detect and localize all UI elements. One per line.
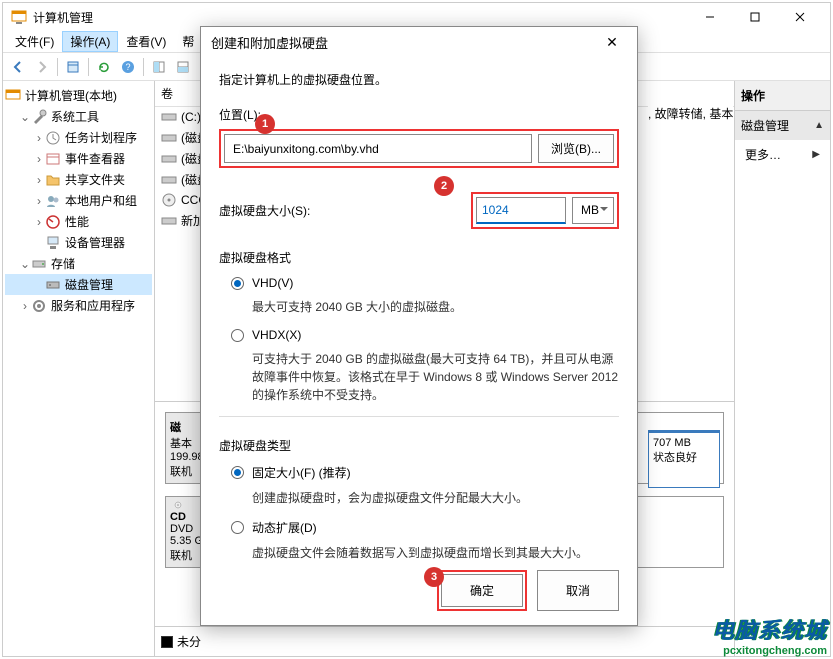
ok-highlight: 确定 <box>437 570 527 611</box>
svg-text:?: ? <box>125 62 130 72</box>
format-group-title: 虚拟硬盘格式 <box>219 249 619 266</box>
computer-icon <box>5 88 21 104</box>
legend-label: 未分 <box>177 633 201 650</box>
watermark: 电脑系统城 pcxitongcheng.com <box>712 613 827 657</box>
dialog-close-button[interactable]: ✕ <box>597 27 627 57</box>
close-button[interactable] <box>777 3 822 31</box>
menu-help[interactable]: 帮 <box>174 31 202 52</box>
folder-icon <box>45 172 61 188</box>
radio-icon <box>231 329 244 342</box>
event-icon <box>45 151 61 167</box>
tree-localusers[interactable]: ›本地用户和组 <box>5 190 152 211</box>
view-list-icon[interactable] <box>148 56 170 78</box>
legend-swatch-unallocated <box>161 636 173 648</box>
drive-icon <box>161 172 177 188</box>
device-icon <box>45 235 61 251</box>
chevron-right-icon: ▶ <box>812 149 820 160</box>
tree-panel: 计算机管理(本地) ⌄系统工具 ›任务计划程序 ›事件查看器 ›共享文件夹 ›本… <box>3 81 155 656</box>
cd-icon <box>170 501 186 509</box>
services-icon <box>31 298 47 314</box>
radio-vhdx[interactable]: VHDX(X) <box>219 328 619 342</box>
drive-icon <box>161 109 177 125</box>
size-label: 虚拟硬盘大小(S): <box>219 202 471 219</box>
tree-storage[interactable]: ⌄存储 <box>5 253 152 274</box>
tree-performance[interactable]: ›性能 <box>5 211 152 232</box>
tools-icon <box>31 109 47 125</box>
drive-icon <box>161 213 177 229</box>
radio-icon <box>231 466 244 479</box>
vhdx-description: 可支持大于 2040 GB 的虚拟磁盘(最大可支持 64 TB)，并且可从电源故… <box>219 350 619 404</box>
dialog-title: 创建和附加虚拟硬盘 <box>211 33 328 52</box>
radio-dynamic[interactable]: 动态扩展(D) <box>219 519 619 536</box>
dialog-footer: 确定 取消 <box>437 570 619 611</box>
drive-icon <box>161 130 177 146</box>
partition-block[interactable]: 707 MB 状态良好 <box>648 430 720 488</box>
users-icon <box>45 193 61 209</box>
fixed-description: 创建虚拟硬盘时，会为虚拟硬盘文件分配最大大小。 <box>219 489 619 507</box>
tree-taskscheduler[interactable]: ›任务计划程序 <box>5 127 152 148</box>
view-detail-icon[interactable] <box>172 56 194 78</box>
tree-services[interactable]: ›服务和应用程序 <box>5 295 152 316</box>
callout-2: 2 <box>434 176 454 196</box>
cd-icon <box>161 192 177 208</box>
location-highlight: 浏览(B)... <box>219 129 619 168</box>
browse-button[interactable]: 浏览(B)... <box>538 134 614 163</box>
storage-icon <box>31 256 47 272</box>
size-highlight: MB <box>471 192 619 229</box>
window-title: 计算机管理 <box>33 9 687 26</box>
forward-button[interactable] <box>31 56 53 78</box>
type-group-title: 虚拟硬盘类型 <box>219 437 619 454</box>
chevron-up-icon: ▲ <box>814 120 824 131</box>
callout-1: 1 <box>255 114 275 134</box>
tree-systools[interactable]: ⌄系统工具 <box>5 106 152 127</box>
tree-devicemgr[interactable]: ›设备管理器 <box>5 232 152 253</box>
radio-vhd[interactable]: VHD(V) <box>219 276 619 290</box>
perf-icon <box>45 214 61 230</box>
app-icon <box>11 9 27 25</box>
tree-root[interactable]: 计算机管理(本地) <box>5 85 152 106</box>
dialog-instruction: 指定计算机上的虚拟硬盘位置。 <box>219 71 619 88</box>
menu-action[interactable]: 操作(A) <box>62 31 118 52</box>
actions-subheader[interactable]: 磁盘管理▲ <box>735 111 830 140</box>
clock-icon <box>45 130 61 146</box>
window-controls <box>687 3 822 31</box>
cancel-button[interactable]: 取消 <box>537 570 619 611</box>
minimize-button[interactable] <box>687 3 732 31</box>
back-button[interactable] <box>7 56 29 78</box>
disk-icon <box>45 277 61 293</box>
dynamic-description: 虚拟硬盘文件会随着数据写入到虚拟硬盘而增长到其最大大小。 <box>219 544 619 562</box>
help-button[interactable]: ? <box>117 56 139 78</box>
refresh-button[interactable] <box>93 56 115 78</box>
vhd-description: 最大可支持 2040 GB 大小的虚拟磁盘。 <box>219 298 619 316</box>
menu-file[interactable]: 文件(F) <box>7 31 62 52</box>
menu-view[interactable]: 查看(V) <box>118 31 174 52</box>
watermark-text: 电脑系统城 <box>712 613 827 645</box>
actions-panel: 操作 磁盘管理▲ 更多…▶ <box>735 81 830 656</box>
watermark-url: pcxitongcheng.com <box>712 645 827 657</box>
legend: 未分 <box>155 626 734 656</box>
tree-eventviewer[interactable]: ›事件查看器 <box>5 148 152 169</box>
radio-fixed[interactable]: 固定大小(F) (推荐) <box>219 464 619 481</box>
radio-icon <box>231 277 244 290</box>
callout-3: 3 <box>424 567 444 587</box>
drive-icon <box>161 151 177 167</box>
radio-icon <box>231 521 244 534</box>
tree-diskmgmt[interactable]: ›磁盘管理 <box>5 274 152 295</box>
toolbar-properties-icon[interactable] <box>62 56 84 78</box>
tree-sharedfolders[interactable]: ›共享文件夹 <box>5 169 152 190</box>
extra-column-text: , 故障转储, 基本 <box>648 105 733 122</box>
ok-button[interactable]: 确定 <box>441 574 523 607</box>
size-unit-select[interactable]: MB <box>572 197 614 224</box>
size-input[interactable] <box>476 197 566 224</box>
dialog-titlebar: 创建和附加虚拟硬盘 ✕ <box>201 27 637 57</box>
actions-header: 操作 <box>735 81 830 111</box>
maximize-button[interactable] <box>732 3 777 31</box>
actions-more[interactable]: 更多…▶ <box>735 140 830 169</box>
location-input[interactable] <box>224 134 532 163</box>
